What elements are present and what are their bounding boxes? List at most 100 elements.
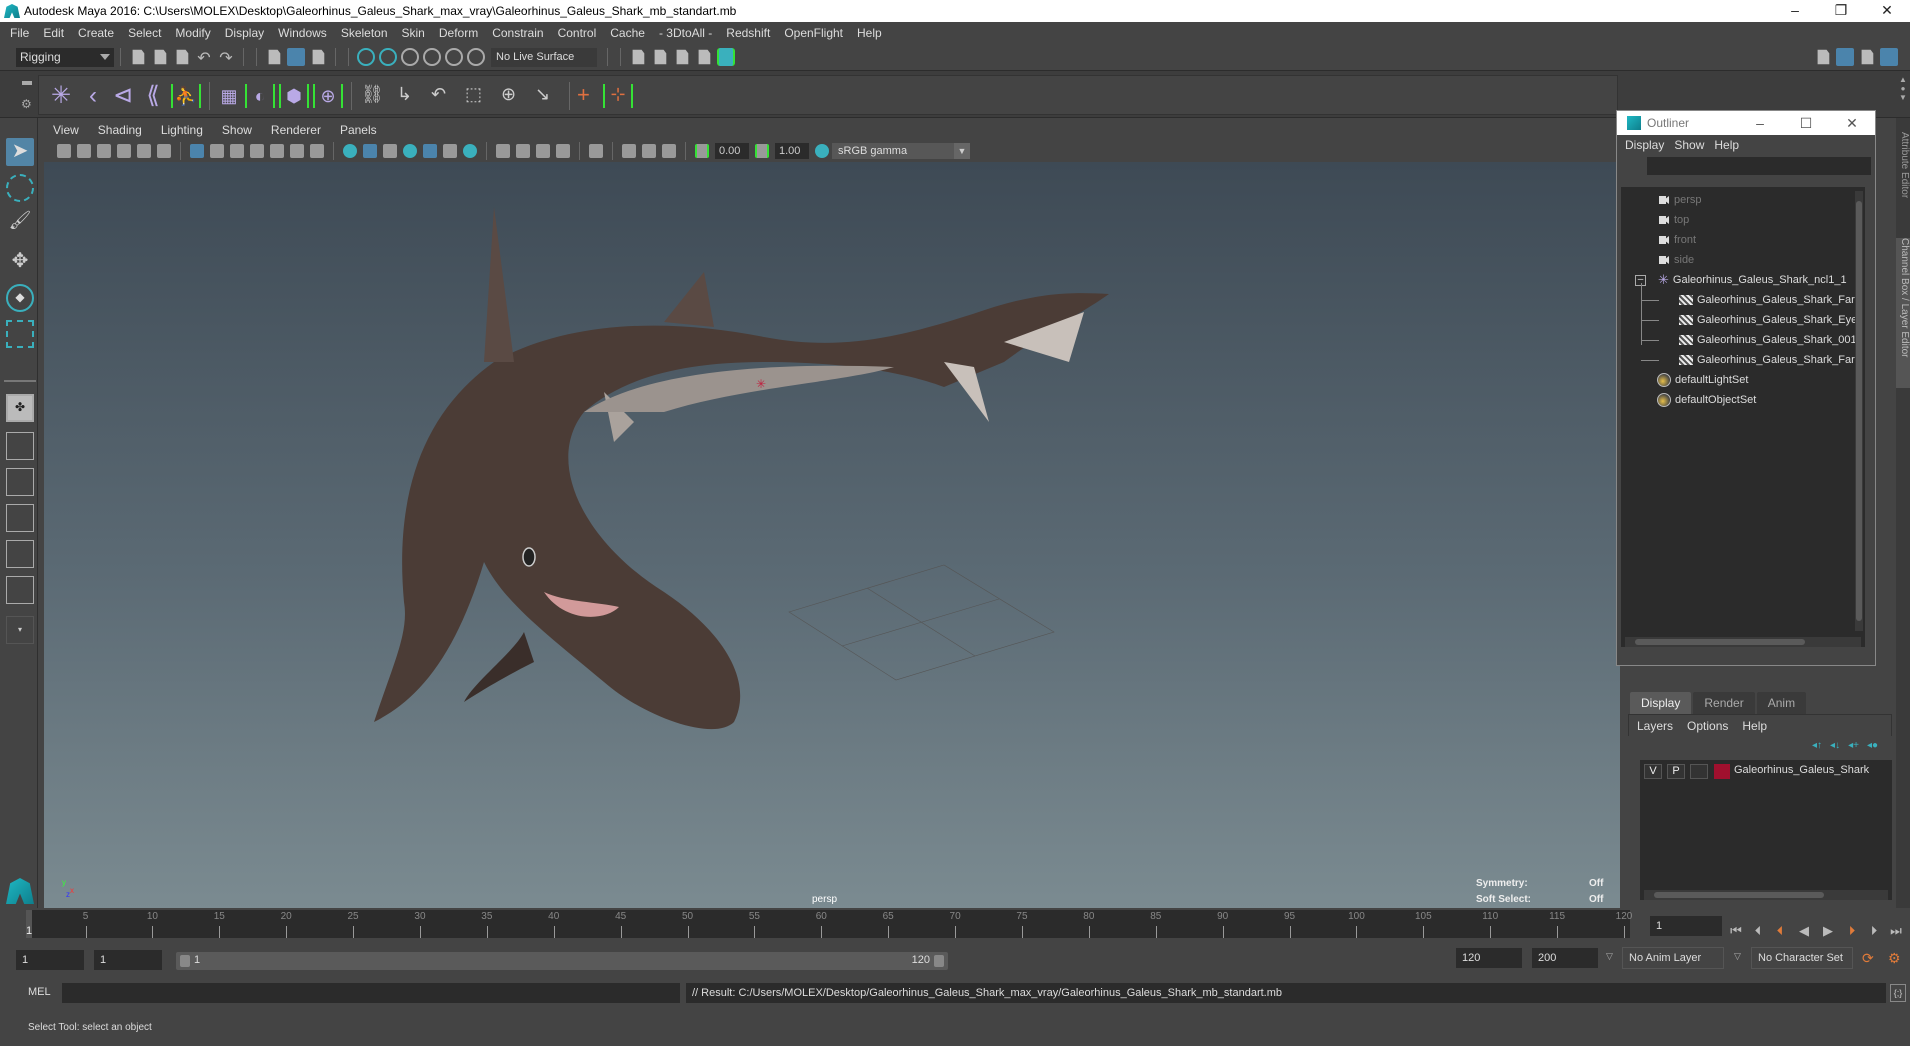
open-scene-icon[interactable] bbox=[154, 49, 167, 65]
bookmark-icon[interactable] bbox=[97, 144, 111, 158]
play-forwards-button[interactable]: ▶ bbox=[1820, 923, 1836, 939]
camera-attributes-icon[interactable] bbox=[77, 144, 91, 158]
outliner-maximize-button[interactable]: ☐ bbox=[1783, 111, 1829, 135]
persp-outliner-layout-icon[interactable] bbox=[6, 468, 34, 496]
smooth-shade-icon[interactable] bbox=[363, 144, 377, 158]
gamma-field[interactable]: 1.00 bbox=[775, 143, 809, 159]
outliner-item-front[interactable]: front bbox=[1659, 231, 1696, 249]
move-layer-up-icon[interactable]: ◂↑ bbox=[1812, 740, 1822, 751]
four-view-layout-icon[interactable] bbox=[6, 432, 34, 460]
ipr-render-icon[interactable] bbox=[676, 49, 689, 65]
menu-modify[interactable]: Modify bbox=[169, 26, 218, 40]
menu-windows[interactable]: Windows bbox=[272, 26, 335, 40]
layer-playback-toggle[interactable]: P bbox=[1667, 764, 1685, 779]
layer-visibility-toggle[interactable]: V bbox=[1644, 764, 1662, 779]
new-scene-icon[interactable] bbox=[132, 49, 145, 65]
command-input[interactable] bbox=[62, 983, 680, 1003]
layer-display-type-toggle[interactable] bbox=[1690, 764, 1708, 779]
step-back-frame-button[interactable]: ⏴ bbox=[1772, 923, 1788, 939]
auto-key-icon[interactable]: ⟳ bbox=[1862, 950, 1874, 967]
locator-icon[interactable]: + bbox=[577, 84, 601, 108]
anti-aliasing-icon[interactable] bbox=[536, 144, 550, 158]
snap-surface-icon[interactable] bbox=[467, 48, 485, 66]
anim-layer-chevron-icon[interactable]: ▽ bbox=[1606, 951, 1613, 962]
layer-menu-options[interactable]: Options bbox=[1687, 719, 1742, 733]
depth-of-field-icon[interactable] bbox=[556, 144, 570, 158]
motion-blur-icon[interactable] bbox=[516, 144, 530, 158]
scale-tool-icon[interactable] bbox=[6, 320, 34, 348]
end-time-field[interactable]: 200 bbox=[1532, 948, 1598, 968]
grease-pencil-icon[interactable] bbox=[157, 144, 171, 158]
gamma-icon[interactable] bbox=[755, 144, 769, 158]
safe-action-icon[interactable] bbox=[290, 144, 304, 158]
menu-help[interactable]: Help bbox=[851, 26, 890, 40]
lattice-icon[interactable]: ⬢ bbox=[279, 84, 309, 108]
go-to-start-button[interactable]: ⏮ bbox=[1728, 923, 1744, 939]
panel-menu-lighting[interactable]: Lighting bbox=[152, 123, 213, 137]
move-tool-icon[interactable]: ✥ bbox=[6, 248, 34, 276]
modeling-toolkit-icon[interactable] bbox=[1817, 49, 1830, 65]
quick-rig-icon[interactable]: ⛹ bbox=[171, 84, 201, 108]
outliner-item-mesh[interactable]: Galeorhinus_Galeus_Shark_001 bbox=[1641, 331, 1857, 349]
outliner-item-set[interactable]: defaultLightSet bbox=[1657, 371, 1748, 389]
minimize-button[interactable]: – bbox=[1772, 0, 1818, 22]
layer-menu-layers[interactable]: Layers bbox=[1637, 719, 1687, 733]
exposure-icon[interactable] bbox=[695, 144, 709, 158]
cluster-icon[interactable]: ⊕ bbox=[313, 84, 343, 108]
character-set-chevron-icon[interactable]: ▽ bbox=[1734, 951, 1741, 962]
undo-icon[interactable]: ↶ bbox=[195, 48, 213, 67]
menu-file[interactable]: File bbox=[4, 26, 37, 40]
menu-3dtoall[interactable]: - 3DtoAll - bbox=[653, 26, 720, 40]
aim-constraint-icon[interactable]: ⊕ bbox=[501, 84, 525, 108]
resolution-gate-icon[interactable] bbox=[230, 144, 244, 158]
snap-grid-icon[interactable] bbox=[357, 48, 375, 66]
menu-skin[interactable]: Skin bbox=[396, 26, 433, 40]
menu-skeleton[interactable]: Skeleton bbox=[335, 26, 396, 40]
layer-row[interactable]: V P Galeorhinus_Galeus_Shark bbox=[1640, 760, 1892, 782]
textured-icon[interactable] bbox=[423, 144, 437, 158]
restore-button[interactable]: ❐ bbox=[1818, 0, 1864, 22]
new-layer-icon[interactable]: ◂+ bbox=[1848, 740, 1859, 751]
anim-layer-dropdown[interactable]: No Anim Layer bbox=[1622, 947, 1724, 969]
step-back-key-button[interactable]: ⏴ bbox=[1750, 923, 1766, 939]
menu-cache[interactable]: Cache bbox=[604, 26, 653, 40]
render-settings-icon[interactable] bbox=[698, 49, 711, 65]
channel-box-layer-editor-tab[interactable]: Channel Box / Layer Editor bbox=[1896, 238, 1910, 388]
screen-space-ao-icon[interactable] bbox=[496, 144, 510, 158]
xray-icon[interactable] bbox=[622, 144, 636, 158]
pole-vector-icon[interactable]: ↘ bbox=[535, 84, 559, 108]
select-tool-icon[interactable]: ➤ bbox=[6, 138, 34, 166]
color-management-icon[interactable] bbox=[815, 144, 829, 158]
lasso-tool-icon[interactable] bbox=[6, 174, 34, 202]
menu-select[interactable]: Select bbox=[122, 26, 169, 40]
safe-title-icon[interactable] bbox=[310, 144, 324, 158]
outliner-item-top[interactable]: top bbox=[1659, 211, 1689, 229]
move-layer-down-icon[interactable]: ◂↓ bbox=[1830, 740, 1840, 751]
current-frame-marker[interactable]: 1 bbox=[26, 910, 32, 938]
playback-end-field[interactable]: 120 bbox=[1456, 948, 1522, 968]
panel-menu-view[interactable]: View bbox=[44, 123, 89, 137]
film-gate-icon[interactable] bbox=[210, 144, 224, 158]
outliner-vertical-scrollbar[interactable] bbox=[1855, 191, 1863, 631]
persp-graph-layout-icon[interactable] bbox=[6, 504, 34, 532]
xray-active-components-icon[interactable] bbox=[642, 144, 656, 158]
time-slider-track[interactable]: 1 5 10 15 20 25 30 35 40 45 50 55 60 65 70 75 80 85 90 95 1… bbox=[26, 910, 1632, 938]
exposure-field[interactable]: 0.00 bbox=[715, 143, 749, 159]
tool-settings-icon[interactable] bbox=[1861, 49, 1874, 65]
snap-view-plane-icon[interactable] bbox=[423, 48, 441, 66]
menu-create[interactable]: Create bbox=[72, 26, 122, 40]
view-transform-dropdown[interactable]: sRGB gamma ▼ bbox=[832, 143, 970, 159]
make-live-icon[interactable] bbox=[445, 48, 463, 66]
menu-deform[interactable]: Deform bbox=[433, 26, 486, 40]
outliner-item-persp[interactable]: persp bbox=[1659, 191, 1702, 209]
menu-set-dropdown[interactable]: Rigging bbox=[16, 47, 114, 67]
default-material-icon[interactable] bbox=[383, 144, 397, 158]
step-forward-frame-button[interactable]: ⏵ bbox=[1844, 923, 1860, 939]
parent-constraint-icon[interactable]: ⛓ bbox=[361, 84, 385, 108]
outliner-titlebar[interactable]: Outliner – ☐ ✕ bbox=[1617, 111, 1875, 135]
select-object-icon[interactable] bbox=[287, 48, 305, 66]
current-frame-field[interactable]: 1 bbox=[1650, 916, 1722, 936]
wireframe-icon[interactable] bbox=[343, 144, 357, 158]
outliner-horizontal-scrollbar[interactable] bbox=[1625, 637, 1861, 647]
image-plane-icon[interactable] bbox=[117, 144, 131, 158]
